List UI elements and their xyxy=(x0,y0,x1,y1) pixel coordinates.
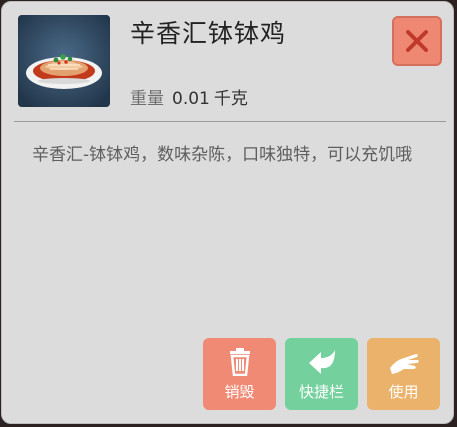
arrow-left-icon xyxy=(285,348,358,378)
item-detail-panel: 辛香汇钵钵鸡 重量 0.01 千克 辛香汇-钵钵鸡，数味杂陈，口味独特，可以充饥哦 … xyxy=(1,1,454,424)
weight-row: 重量 0.01 千克 xyxy=(130,84,248,109)
quickbar-label: 快捷栏 xyxy=(298,383,344,401)
use-button[interactable]: 使用 xyxy=(367,338,440,410)
close-button[interactable] xyxy=(392,16,442,66)
dish-image xyxy=(18,15,110,107)
destroy-button[interactable]: 销毁 xyxy=(203,338,276,410)
weight-unit: 千克 xyxy=(213,89,248,109)
close-icon xyxy=(406,30,428,52)
hand-icon xyxy=(367,348,440,378)
item-name: 辛香汇钵钵鸡 xyxy=(130,19,287,48)
weight-label: 重量 xyxy=(130,89,164,109)
use-label: 使用 xyxy=(388,383,419,401)
weight-value: 0.01 xyxy=(172,89,210,109)
divider xyxy=(14,121,446,122)
destroy-label: 销毁 xyxy=(224,383,255,401)
quickbar-button[interactable]: 快捷栏 xyxy=(285,338,358,410)
trash-icon xyxy=(203,348,276,378)
item-description: 辛香汇-钵钵鸡，数味杂陈，口味独特，可以充饥哦 xyxy=(32,145,413,165)
